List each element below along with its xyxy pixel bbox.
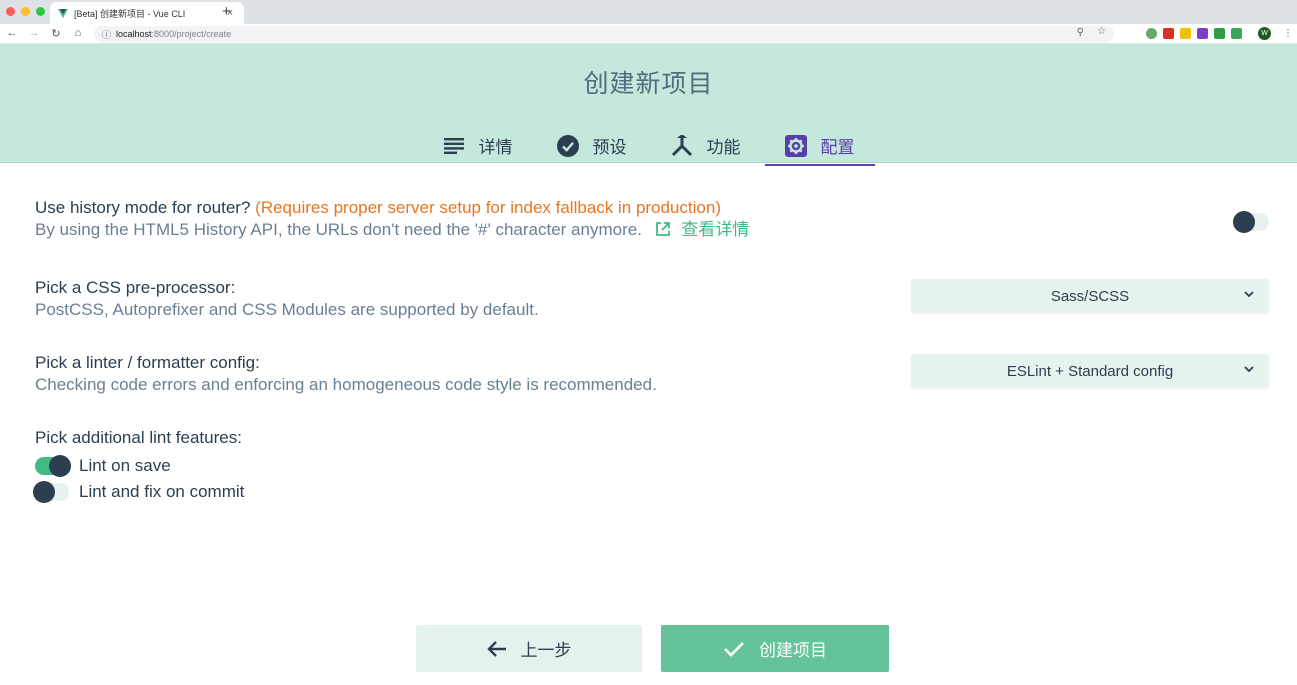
tab-features[interactable]: 功能	[651, 128, 761, 163]
reload-icon[interactable]: ↻	[49, 27, 63, 40]
more-info-link[interactable]: 查看详情	[681, 220, 749, 239]
arrow-left-icon	[486, 640, 507, 657]
url-path: :8000/project/create	[151, 29, 232, 39]
extension-icon-4[interactable]	[1197, 28, 1208, 39]
tab-presets[interactable]: 预设	[537, 128, 647, 163]
create-project-button[interactable]: 创建项目	[661, 625, 889, 672]
prompt-lint-features: Pick additional lint features: Lint on s…	[33, 427, 1269, 505]
extension-icon-2[interactable]	[1163, 28, 1174, 39]
chevron-down-icon	[1244, 291, 1254, 298]
lint-fix-on-commit-label: Lint and fix on commit	[79, 482, 245, 501]
history-mode-description: By using the HTML5 History API, the URLs…	[35, 220, 642, 239]
tab-config-label: 配置	[820, 138, 855, 157]
extension-icon-5[interactable]	[1214, 28, 1225, 39]
lint-on-save-toggle[interactable]	[35, 455, 71, 477]
previous-step-label: 上一步	[520, 641, 572, 660]
url-host: localhost	[116, 29, 152, 39]
home-icon[interactable]: ⌂	[71, 27, 85, 39]
lint-on-save-label: Lint on save	[79, 456, 171, 475]
tab-presets-label: 预设	[592, 138, 627, 157]
prompt-css-preprocessor: Pick a CSS pre-processor: PostCSS, Autop…	[35, 277, 1269, 321]
tab-details-label: 详情	[478, 138, 513, 157]
forward-icon[interactable]: →	[27, 27, 41, 39]
prompt-history-mode: Use history mode for router? (Requires p…	[35, 197, 1269, 241]
profile-avatar[interactable]: W	[1258, 27, 1271, 40]
site-info-icon[interactable]: ⓘ	[102, 28, 111, 41]
tab-details[interactable]: 详情	[423, 128, 533, 163]
settings-gear-icon	[784, 134, 807, 157]
browser-menu-icon[interactable]: ⋮	[1283, 28, 1293, 39]
back-icon[interactable]: ←	[5, 27, 19, 39]
create-project-label: 创建项目	[759, 641, 827, 660]
linter-config-select[interactable]: ESLint + Standard config	[911, 354, 1269, 388]
details-lines-icon	[443, 135, 465, 157]
linter-config-value: ESLint + Standard config	[1006, 362, 1174, 380]
url-field[interactable]: ⓘ localhost:8000/project/create	[94, 26, 1114, 42]
lint-fix-on-commit-toggle[interactable]	[33, 481, 69, 503]
chevron-down-icon	[1244, 366, 1254, 373]
check-icon	[723, 641, 745, 657]
new-tab-button[interactable]: +	[222, 3, 231, 20]
close-window-button[interactable]	[6, 7, 15, 16]
lint-on-save-option[interactable]: Lint on save	[35, 453, 1269, 479]
page-title: 创建新项目	[583, 70, 714, 98]
prompt-linter-config: Pick a linter / formatter config: Checki…	[35, 352, 1269, 396]
lint-fix-on-commit-option[interactable]: Lint and fix on commit	[33, 479, 1269, 505]
maximize-window-button[interactable]	[36, 7, 45, 16]
css-preprocessor-value: Sass/SCSS	[1050, 287, 1130, 305]
step-tabs: 详情 预设 功能 配置	[0, 128, 1297, 166]
history-mode-warning: (Requires proper server setup for index …	[255, 198, 721, 217]
css-preprocessor-select[interactable]: Sass/SCSS	[911, 279, 1269, 313]
open-in-new-icon[interactable]	[655, 221, 671, 237]
history-mode-title: Use history mode for router?	[35, 198, 251, 217]
lint-features-title: Pick additional lint features:	[35, 428, 242, 447]
extension-icon-6[interactable]	[1231, 28, 1242, 39]
browser-tab[interactable]: [Beta] 创建新项目 - Vue CLI ×	[50, 2, 244, 24]
address-bar: ← → ↻ ⌂ ⓘ localhost:8000/project/create …	[0, 24, 1297, 44]
vue-logo-icon	[58, 8, 68, 18]
tab-config[interactable]: 配置	[764, 128, 875, 166]
extension-icon-3[interactable]	[1180, 28, 1191, 39]
browser-tab-bar: [Beta] 创建新项目 - Vue CLI × +	[0, 0, 1297, 24]
minimize-window-button[interactable]	[21, 7, 30, 16]
browser-tab-title: [Beta] 创建新项目 - Vue CLI	[74, 8, 186, 19]
check-circle-icon	[556, 134, 579, 157]
zoom-icon[interactable]: ⚲	[1077, 27, 1084, 38]
window-controls	[6, 7, 45, 16]
extension-icon-1[interactable]	[1146, 28, 1157, 39]
bookmark-star-icon[interactable]: ☆	[1097, 26, 1106, 37]
toolbar-extensions: ⚲ ☆ W ⋮	[1077, 26, 1297, 40]
config-form: Use history mode for router? (Requires p…	[0, 163, 1297, 683]
project-create-header: 创建新项目 详情 预设 功能 配置	[0, 44, 1297, 166]
call-split-icon	[671, 134, 693, 157]
tab-features-label: 功能	[706, 138, 741, 157]
previous-step-button[interactable]: 上一步	[416, 625, 642, 672]
history-mode-toggle[interactable]	[1233, 211, 1269, 233]
